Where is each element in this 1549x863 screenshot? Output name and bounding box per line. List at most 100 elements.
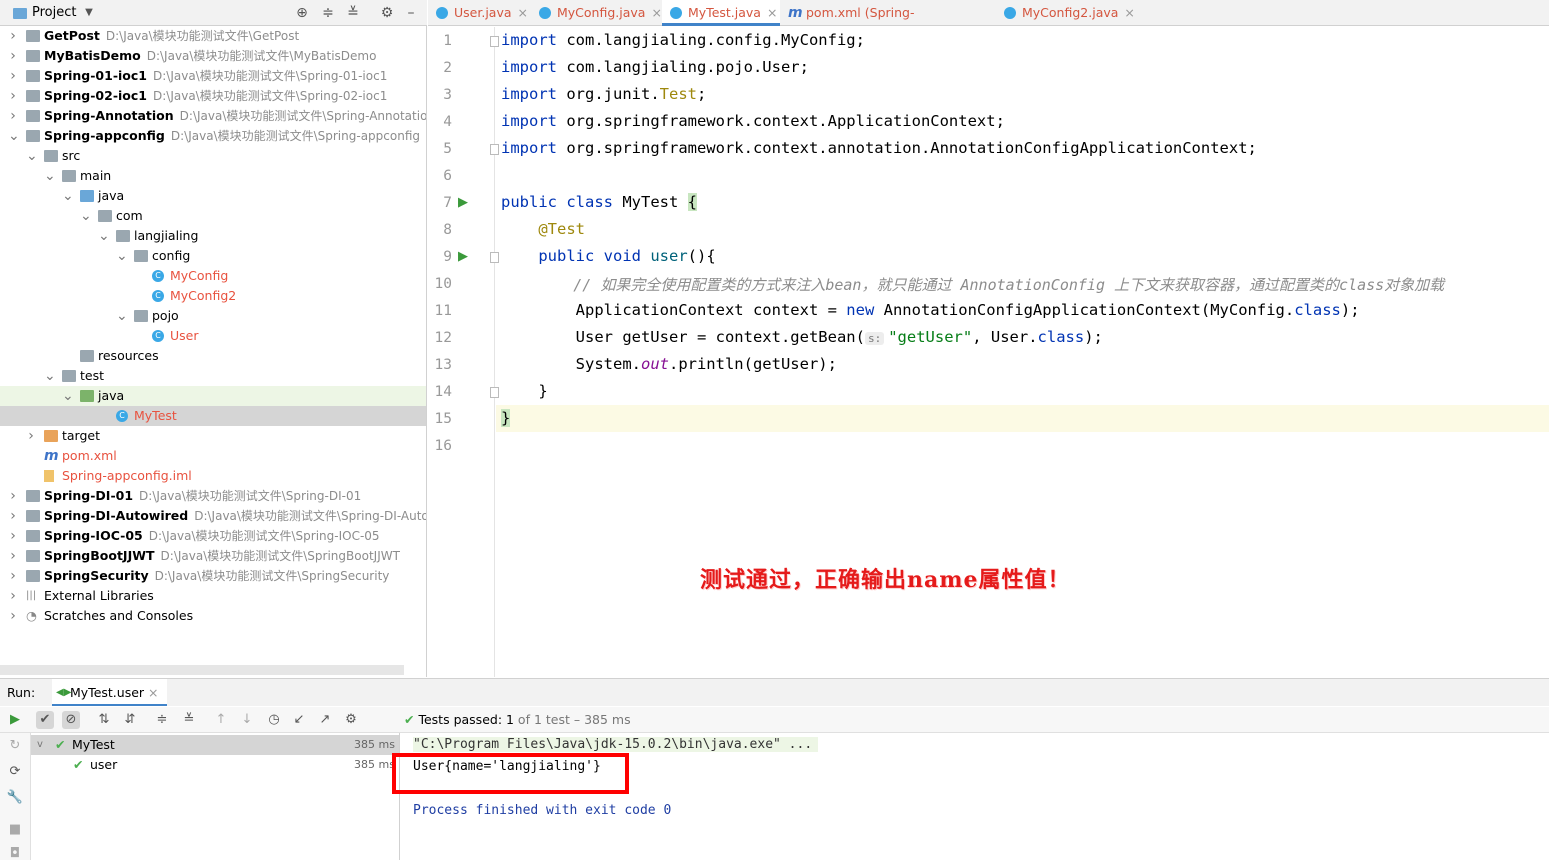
chevron-down-icon[interactable]: ⌄ <box>44 166 56 186</box>
test-row-method[interactable]: ✔ user 385 ms <box>31 755 399 775</box>
import-icon[interactable]: ↙ <box>290 711 308 729</box>
tree-item[interactable]: › ◔ Scratches and Consoles <box>0 606 426 626</box>
run-tab[interactable]: ◀▶ MyTest.user × <box>52 679 167 706</box>
fold-icon[interactable] <box>490 252 499 263</box>
export-icon[interactable]: ↗ <box>316 711 334 729</box>
gear-icon[interactable]: ⚙ <box>342 711 360 729</box>
chevron-down-icon[interactable]: v <box>37 735 43 755</box>
close-icon[interactable]: × <box>651 5 661 20</box>
tree-item[interactable]: Spring-appconfig.iml <box>0 466 426 486</box>
show-passed-icon[interactable]: ✔ <box>36 711 54 729</box>
up-icon[interactable]: ↑ <box>212 711 230 729</box>
tree-item[interactable]: ⌄ java <box>0 186 426 206</box>
tree-item[interactable]: › MyBatisDemo D:\Java\模块功能测试文件\MyBatisDemo <box>0 46 426 66</box>
chevron-down-icon[interactable]: ⌄ <box>98 226 110 246</box>
collapse-all-icon[interactable]: ≚ <box>180 711 198 729</box>
test-row-class[interactable]: v ✔ MyTest 385 ms <box>31 735 399 755</box>
debug-icon[interactable]: ↻ <box>6 737 24 755</box>
rerun-icon[interactable]: ▶ <box>6 711 24 729</box>
chevron-right-icon[interactable]: › <box>26 426 36 446</box>
chevron-right-icon[interactable]: › <box>8 66 18 86</box>
tree-item[interactable]: › Spring-IOC-05 D:\Java\模块功能测试文件\Spring-IO… <box>0 526 426 546</box>
collapse-all-icon[interactable]: ≚ <box>344 4 362 22</box>
fold-icon[interactable] <box>490 36 499 47</box>
chevron-right-icon[interactable]: › <box>8 546 18 566</box>
history-icon[interactable]: ◷ <box>265 711 283 729</box>
stop-icon[interactable]: ■ <box>6 821 24 839</box>
locate-icon[interactable]: ⊕ <box>293 4 311 22</box>
chevron-right-icon[interactable]: › <box>8 566 18 586</box>
tree-item[interactable]: C User <box>0 326 426 346</box>
show-ignored-icon[interactable]: ⊘ <box>62 711 80 729</box>
tree-item[interactable]: C MyConfig <box>0 266 426 286</box>
chevron-right-icon[interactable]: › <box>8 486 18 506</box>
chevron-right-icon[interactable]: › <box>8 526 18 546</box>
fold-icon[interactable] <box>490 387 499 398</box>
tree-item[interactable]: ⌄ langjialing <box>0 226 426 246</box>
close-icon[interactable]: × <box>518 5 528 20</box>
tree-item[interactable]: › Spring-Annotation D:\Java\模块功能测试文件\Sprin… <box>0 106 426 126</box>
chevron-down-icon[interactable]: ⌄ <box>62 186 74 206</box>
tree-item[interactable]: C MyTest <box>0 406 426 426</box>
chevron-down-icon[interactable]: ▼ <box>80 4 98 22</box>
horizontal-scrollbar[interactable] <box>0 665 404 675</box>
tree-item[interactable]: resources <box>0 346 426 366</box>
tree-item[interactable]: ⌄ Spring-appconfig D:\Java\模块功能测试文件\Spring… <box>0 126 426 146</box>
tree-item[interactable]: › Spring-DI-01 D:\Java\模块功能测试文件\Spring-DI-… <box>0 486 426 506</box>
tree-item[interactable]: › Spring-02-ioc1 D:\Java\模块功能测试文件\Spring-0… <box>0 86 426 106</box>
tree-item[interactable]: ⌄ src <box>0 146 426 166</box>
tree-item[interactable]: ⌄ main <box>0 166 426 186</box>
close-icon[interactable]: × <box>148 685 158 700</box>
tree-item[interactable]: › Spring-DI-Autowired D:\Java\模块功能测试文件\Spr… <box>0 506 426 526</box>
tree-item[interactable]: ⌄ config <box>0 246 426 266</box>
chevron-down-icon[interactable]: ⌄ <box>8 126 20 146</box>
tree-item[interactable]: › SpringSecurity D:\Java\模块功能测试文件\SpringSe… <box>0 566 426 586</box>
code-editor[interactable]: 1 2 3 4 5 6 7 8 9 10 11 12 13 14 15 16 ▶ ▶ import com.l… <box>428 27 1549 677</box>
chevron-right-icon[interactable]: › <box>8 26 18 46</box>
camera-icon[interactable]: ◘ <box>6 845 24 863</box>
tab-myconfig-java[interactable]: MyConfig.java × <box>531 0 662 26</box>
tree-item[interactable]: › ||| External Libraries <box>0 586 426 606</box>
tree-item[interactable]: ⌄ java <box>0 386 426 406</box>
close-icon[interactable]: × <box>1124 5 1134 20</box>
tree-item[interactable]: ⌄ test <box>0 366 426 386</box>
tree-item[interactable]: m pom.xml <box>0 446 426 466</box>
wrench-icon[interactable]: 🔧 <box>6 789 24 807</box>
chevron-right-icon[interactable]: › <box>8 46 18 66</box>
sort-alpha-icon[interactable]: ⇅ <box>95 711 113 729</box>
chevron-right-icon[interactable]: › <box>8 606 18 626</box>
tree-item[interactable]: ⌄ pojo <box>0 306 426 326</box>
tab-pom-xml[interactable]: mpom.xml (Spring-appconfig)× <box>780 0 996 46</box>
rerun-failed-icon[interactable]: ⟳ <box>6 763 24 781</box>
hide-icon[interactable]: – <box>402 4 420 22</box>
run-gutter-icon[interactable]: ▶ <box>458 195 474 211</box>
project-title[interactable]: Project <box>32 5 76 20</box>
tab-myconfig2-java[interactable]: MyConfig2.java × <box>996 0 1136 26</box>
chevron-right-icon[interactable]: › <box>8 506 18 526</box>
chevron-down-icon[interactable]: ⌄ <box>80 206 92 226</box>
sort-duration-icon[interactable]: ⇵ <box>121 711 139 729</box>
tree-item[interactable]: › target <box>0 426 426 446</box>
chevron-down-icon[interactable]: ⌄ <box>62 386 74 406</box>
run-gutter-icon[interactable]: ▶ <box>458 249 474 265</box>
chevron-right-icon[interactable]: › <box>8 586 18 606</box>
expand-all-icon[interactable]: ≑ <box>319 4 337 22</box>
chevron-right-icon[interactable]: › <box>8 86 18 106</box>
down-icon[interactable]: ↓ <box>238 711 256 729</box>
chevron-down-icon[interactable]: ⌄ <box>116 306 128 326</box>
fold-icon[interactable] <box>490 144 499 155</box>
tree-item[interactable]: › SpringBootJJWT D:\Java\模块功能测试文件\SpringBo… <box>0 546 426 566</box>
chevron-down-icon[interactable]: ⌄ <box>26 146 38 166</box>
tab-mytest-java[interactable]: MyTest.java × <box>662 0 780 26</box>
tree-item[interactable]: › Spring-01-ioc1 D:\Java\模块功能测试文件\Spring-0… <box>0 66 426 86</box>
chevron-down-icon[interactable]: ⌄ <box>44 366 56 386</box>
tree-item[interactable]: › GetPost D:\Java\模块功能测试文件\GetPost <box>0 26 426 46</box>
tree-item[interactable]: ⌄ com <box>0 206 426 226</box>
chevron-down-icon[interactable]: ⌄ <box>116 246 128 266</box>
tree-item[interactable]: C MyConfig2 <box>0 286 426 306</box>
expand-all-icon[interactable]: ≑ <box>153 711 171 729</box>
tab-user-java[interactable]: User.java × <box>428 0 531 26</box>
gear-icon[interactable]: ⚙ <box>378 4 396 22</box>
close-icon[interactable]: × <box>767 5 777 20</box>
chevron-right-icon[interactable]: › <box>8 106 18 126</box>
